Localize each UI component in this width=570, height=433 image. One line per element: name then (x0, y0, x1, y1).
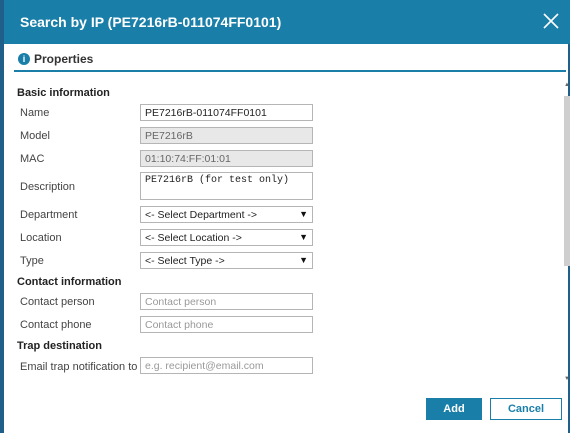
tab-properties-label: Properties (34, 52, 94, 66)
label-email-trap: Email trap notification to (20, 361, 138, 373)
section-basic-information: Basic information (17, 87, 110, 99)
section-contact-information: Contact information (17, 276, 122, 288)
label-model: Model (20, 130, 50, 142)
caret-down-icon: ▼ (299, 255, 308, 265)
location-select[interactable]: <- Select Location -> ▼ (140, 229, 313, 246)
dialog-title: Search by IP (PE7216rB-011074FF0101) (20, 14, 282, 30)
tab-properties[interactable]: i Properties (18, 50, 93, 68)
contact-phone-input[interactable]: Contact phone (140, 316, 313, 333)
scroll-up-icon[interactable]: ▲ (564, 82, 570, 88)
section-trap-destination: Trap destination (17, 340, 102, 352)
cancel-button[interactable]: Cancel (490, 398, 562, 420)
caret-down-icon: ▼ (299, 232, 308, 242)
scroll-thumb[interactable] (564, 96, 570, 266)
info-icon: i (18, 53, 30, 65)
name-field[interactable]: PE7216rB-011074FF0101 (140, 104, 313, 121)
email-trap-input[interactable]: e.g. recipient@email.com (140, 357, 313, 374)
mac-field: 01:10:74:FF:01:01 (140, 150, 313, 167)
label-name: Name (20, 107, 50, 119)
contact-person-input[interactable]: Contact person (140, 293, 313, 310)
dialog-frame-left (0, 44, 4, 433)
label-description: Description (20, 181, 76, 193)
vertical-scrollbar[interactable]: ▲ ▼ (564, 82, 570, 382)
description-field[interactable]: PE7216rB (for test only) (140, 172, 313, 200)
close-icon[interactable] (540, 10, 562, 32)
tab-underline (14, 70, 566, 72)
department-select-value: <- Select Department -> (145, 209, 258, 221)
label-mac: MAC (20, 153, 45, 165)
model-field: PE7216rB (140, 127, 313, 144)
label-type: Type (20, 255, 44, 267)
type-select[interactable]: <- Select Type -> ▼ (140, 252, 313, 269)
scroll-down-icon[interactable]: ▼ (564, 376, 570, 382)
type-select-value: <- Select Type -> (145, 255, 225, 267)
label-department: Department (20, 209, 78, 221)
label-contact-phone: Contact phone (20, 319, 92, 331)
department-select[interactable]: <- Select Department -> ▼ (140, 206, 313, 223)
label-contact-person: Contact person (20, 296, 95, 308)
dialog-titlebar: Search by IP (PE7216rB-011074FF0101) (0, 0, 570, 44)
add-button[interactable]: Add (426, 398, 482, 420)
label-location: Location (20, 232, 62, 244)
location-select-value: <- Select Location -> (145, 232, 242, 244)
caret-down-icon: ▼ (299, 209, 308, 219)
